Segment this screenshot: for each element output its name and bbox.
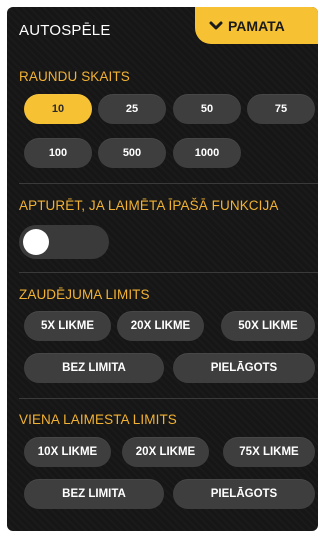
loss-limit-label: ZAUDĒJUMA LIMITS (19, 287, 150, 302)
win-limit-none[interactable]: BEZ LIMITA (24, 479, 164, 509)
rounds-option-100[interactable]: 100 (24, 138, 92, 168)
single-win-limit-label: VIENA LAIMESTA LIMITS (19, 412, 177, 427)
loss-limit-custom[interactable]: PIELĀGOTS (173, 353, 315, 383)
loss-limit-5x[interactable]: 5X LIKME (24, 311, 111, 341)
loss-limit-none[interactable]: BEZ LIMITA (24, 353, 164, 383)
chevron-down-icon (209, 21, 223, 29)
loss-limit-20x[interactable]: 20X LIKME (117, 311, 204, 341)
loss-limit-50x[interactable]: 50X LIKME (221, 311, 315, 341)
stop-feature-label: APTURĒT, JA LAIMĒTA ĪPAŠĀ FUNKCIJA (19, 198, 279, 213)
rounds-option-75[interactable]: 75 (247, 94, 315, 124)
basic-mode-tab[interactable]: PAMATA (195, 7, 318, 44)
divider (19, 183, 318, 184)
toggle-knob (23, 229, 49, 255)
rounds-option-50[interactable]: 50 (173, 94, 241, 124)
rounds-label: RAUNDU SKAITS (19, 69, 130, 84)
rounds-option-500[interactable]: 500 (98, 138, 166, 168)
rounds-option-1000[interactable]: 1000 (173, 138, 241, 168)
rounds-option-10[interactable]: 10 (24, 94, 92, 124)
win-limit-20x[interactable]: 20X LIKME (122, 437, 209, 467)
win-limit-custom[interactable]: PIELĀGOTS (173, 479, 315, 509)
autoplay-panel: AUTOSPĒLE PAMATA RAUNDU SKAITS 10 25 50 … (7, 7, 318, 531)
panel-header: AUTOSPĒLE PAMATA (7, 7, 318, 47)
mode-tab-label: PAMATA (228, 17, 285, 34)
win-limit-75x[interactable]: 75X LIKME (223, 437, 315, 467)
divider (19, 272, 318, 273)
win-limit-10x[interactable]: 10X LIKME (24, 437, 111, 467)
divider (19, 398, 318, 399)
stop-feature-toggle[interactable] (19, 225, 109, 259)
rounds-option-25[interactable]: 25 (98, 94, 166, 124)
panel-title: AUTOSPĒLE (19, 22, 111, 39)
